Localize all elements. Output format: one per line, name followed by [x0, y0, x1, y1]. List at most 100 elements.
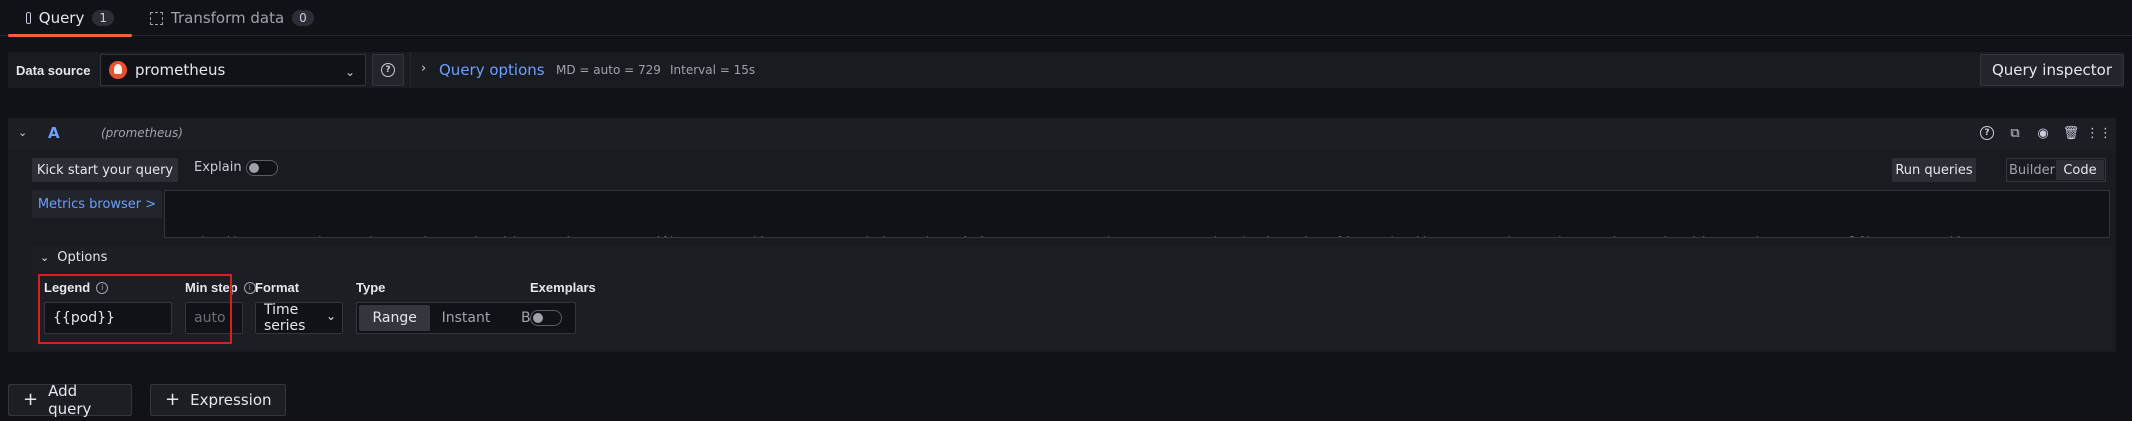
- tab-transform-label: Transform data: [171, 9, 285, 27]
- promql-token: instance: [231, 234, 291, 237]
- promql-token: =~: [901, 234, 916, 237]
- mode-builder[interactable]: Builder: [2008, 160, 2056, 180]
- promql-token: )(gpu_pod_memory_used{: [502, 234, 668, 237]
- promql-token: pod: [1488, 234, 1511, 237]
- options-label: Options: [57, 250, 108, 265]
- promql-token: instance: [1865, 234, 1925, 237]
- promql-token: instance: [1420, 234, 1480, 237]
- chevron-down-icon: ⌄: [325, 309, 336, 323]
- exemplars-label: Exemplars: [530, 280, 596, 295]
- promql-token: "$namespace": [1097, 234, 1187, 237]
- promql-token: =~: [1925, 234, 1940, 237]
- promql-token: instance: [668, 234, 728, 237]
- query-editor-body: Kick start your query Explain Run querie…: [8, 150, 2116, 352]
- promql-token: pod: [1285, 234, 1308, 237]
- promql-token: )(gpu_pod_memory_total{: [1691, 234, 1864, 237]
- promql-token: })/: [1338, 234, 1361, 237]
- query-row-header: ⌄ A (prometheus) ? ⧉ ◉ 🗑 ⋮⋮: [8, 118, 2116, 150]
- promql-token: ,: [1616, 234, 1624, 237]
- query-options-toggle[interactable]: Query options: [439, 52, 545, 88]
- interval-info: Interval = 15s: [670, 63, 756, 77]
- type-instant[interactable]: Instant: [430, 305, 501, 331]
- plus-icon: +: [23, 389, 39, 410]
- chevron-down-icon: ⌄: [344, 65, 355, 79]
- promql-token: =~: [728, 234, 743, 237]
- datasource-value: prometheus: [135, 61, 226, 79]
- promql-token: namespace: [1014, 234, 1082, 237]
- editor-tabs: Query 1 Transform data 0: [0, 0, 2132, 37]
- promql-token: =~: [1217, 234, 1232, 237]
- datasource-help-button[interactable]: ?: [372, 54, 404, 86]
- type-range[interactable]: Range: [359, 305, 431, 331]
- collapse-icon[interactable]: ⌄: [18, 126, 27, 139]
- promql-token: "$gpu_index": [916, 234, 1006, 237]
- promql-token: "": [1323, 234, 1338, 237]
- query-ref-id[interactable]: A: [48, 124, 60, 142]
- mode-code[interactable]: Code: [2056, 160, 2104, 180]
- promql-line-1: sum by (instance,pod,container,pod,conta…: [171, 232, 2103, 237]
- promql-token: container: [1518, 234, 1586, 237]
- query-datasource-name: (prometheus): [101, 126, 183, 140]
- datasource-picker[interactable]: prometheus ⌄: [100, 54, 366, 86]
- editor-mode-switch: Builder Code: [2006, 158, 2106, 182]
- promql-editor[interactable]: sum by (instance,pod,container,pod,conta…: [164, 190, 2110, 238]
- tab-transform-data[interactable]: Transform data 0: [150, 0, 314, 36]
- options-toggle[interactable]: ⌄ Options: [40, 250, 107, 265]
- database-icon: [26, 12, 31, 24]
- explain-label: Explain: [194, 160, 242, 175]
- expression-label: Expression: [190, 391, 272, 409]
- max-data-points-info: MD = auto = 729: [556, 63, 661, 77]
- query-toolbar: Data source prometheus ⌄ ? › Query optio…: [8, 52, 2124, 88]
- promql-token: sum by: [171, 234, 224, 237]
- promql-token: ,: [1586, 234, 1594, 237]
- eye-icon[interactable]: ◉: [2034, 124, 2052, 142]
- query-inspector-button[interactable]: Query inspector: [1980, 54, 2124, 86]
- promql-token: ,: [2023, 234, 2031, 237]
- chevron-right-icon[interactable]: ›: [421, 61, 426, 76]
- format-select[interactable]: Time series ⌄: [255, 302, 343, 334]
- promql-token: container: [329, 234, 397, 237]
- promql-token: pod: [1195, 234, 1218, 237]
- transform-icon: [150, 11, 163, 25]
- help-icon: ?: [381, 63, 395, 77]
- tab-transform-count: 0: [292, 10, 314, 26]
- drag-handle-icon[interactable]: ⋮⋮: [2086, 124, 2112, 142]
- legend-highlight: [38, 274, 232, 344]
- explain-toggle[interactable]: [246, 160, 278, 176]
- chevron-down-icon: ⌄: [40, 251, 50, 264]
- prometheus-icon: [109, 61, 127, 79]
- promql-token: ,: [1006, 234, 1014, 237]
- promql-token: container: [1624, 234, 1692, 237]
- tab-query[interactable]: Query 1: [8, 0, 132, 37]
- divider: [410, 52, 411, 88]
- promql-token: ,: [1277, 234, 1285, 237]
- add-query-button[interactable]: + Add query: [8, 382, 132, 418]
- add-expression-button[interactable]: + Expression: [150, 384, 286, 416]
- exemplars-toggle[interactable]: [530, 310, 562, 326]
- promql-token: sum by: [1360, 234, 1413, 237]
- promql-token: gpu_index: [833, 234, 901, 237]
- datasource-label: Data source: [16, 62, 91, 78]
- metrics-browser-button[interactable]: Metrics browser >: [32, 190, 162, 218]
- tab-query-label: Query: [38, 9, 85, 27]
- run-queries-button[interactable]: Run queries: [1892, 158, 1976, 182]
- promql-token: container: [434, 234, 502, 237]
- tab-query-count: 1: [92, 10, 114, 26]
- type-label: Type: [356, 280, 386, 295]
- query-options-panel: ⌄ Options Legend i {{pod}} Min step i au…: [32, 246, 2112, 350]
- promql-token: pod: [299, 234, 322, 237]
- promql-token: ,: [322, 234, 330, 237]
- add-query-label: Add query: [48, 382, 92, 418]
- format-label: Format: [255, 280, 300, 295]
- duplicate-icon[interactable]: ⧉: [2006, 124, 2024, 142]
- trash-icon[interactable]: 🗑: [2062, 124, 2080, 142]
- query-row-actions: ? ⧉ ◉ 🗑 ⋮⋮: [1978, 124, 2112, 142]
- kick-start-button[interactable]: Kick start your query: [32, 158, 178, 182]
- promql-token: "$instance": [1940, 234, 2023, 237]
- promql-token: "$instance": [743, 234, 826, 237]
- help-icon[interactable]: ?: [1978, 124, 1996, 142]
- promql-token: pod: [1594, 234, 1617, 237]
- promql-token: pod: [404, 234, 427, 237]
- info-icon[interactable]: i: [243, 281, 256, 294]
- promql-token: =~: [1082, 234, 1097, 237]
